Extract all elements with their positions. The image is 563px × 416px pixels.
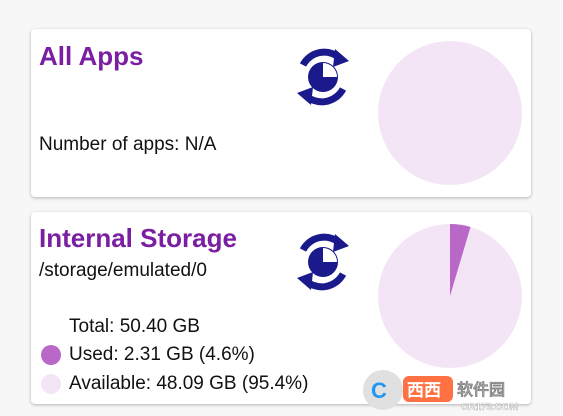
- storage-available-label: Available: 48.09 GB (95.4%): [69, 373, 309, 394]
- refresh-icon[interactable]: [287, 41, 359, 113]
- internal-storage-title: Internal Storage: [39, 223, 237, 253]
- all-apps-title: All Apps: [39, 41, 144, 71]
- storage-path: /storage/emulated/0: [39, 260, 207, 281]
- storage-total-label: Total: 50.40 GB: [69, 316, 200, 337]
- apps-count-label: Number of apps: N/A: [39, 134, 217, 155]
- app-screen: All Apps Number of apps: N/A Internal St…: [0, 0, 563, 416]
- svg-text:软件园: 软件园: [457, 380, 505, 399]
- watermark-brand: 西西: [407, 381, 441, 401]
- watermark-domain: CR173.COM: [461, 402, 518, 413]
- apps-pie-chart: [378, 41, 522, 185]
- storage-used-label: Used: 2.31 GB (4.6%): [69, 344, 255, 365]
- svg-text:C: C: [371, 378, 387, 403]
- apps-pie-empty-slice: [378, 41, 522, 185]
- refresh-icon[interactable]: [287, 226, 359, 298]
- storage-pie-chart: [378, 224, 522, 368]
- available-legend-dot: [41, 374, 61, 394]
- all-apps-card[interactable]: All Apps Number of apps: N/A: [31, 29, 531, 197]
- used-legend-dot: [41, 345, 61, 365]
- watermark-logo: C 西西 软件园 CR173.COM: [363, 370, 518, 413]
